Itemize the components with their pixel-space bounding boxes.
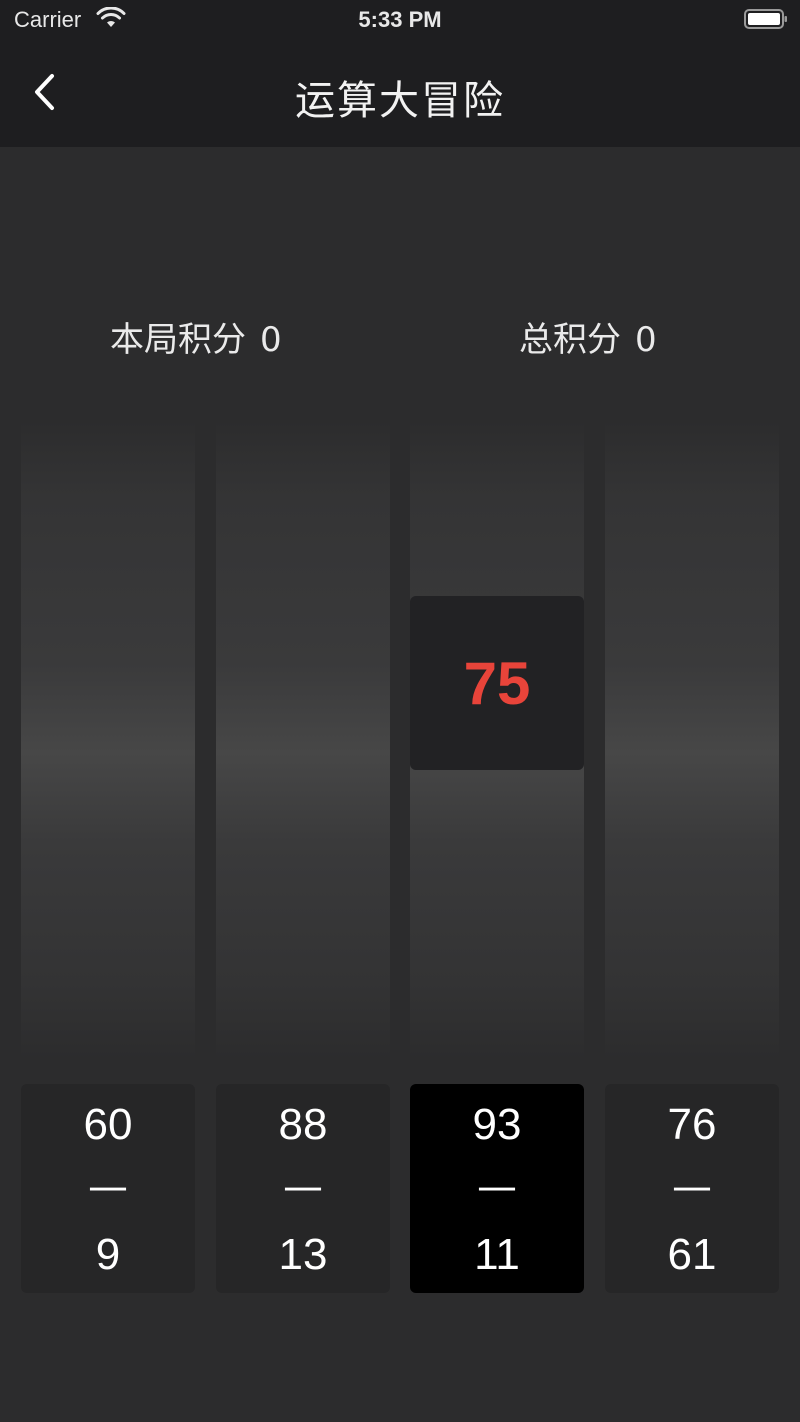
card-bottom-number: 13 [278, 1230, 328, 1279]
total-score: 总积分 0 [519, 312, 657, 361]
answer-card-selected[interactable]: 93 — 11 [410, 1084, 584, 1293]
card-top-number: 76 [667, 1100, 717, 1149]
total-score-value: 0 [635, 320, 657, 360]
answer-card[interactable]: 76 — 61 [605, 1084, 779, 1293]
card-bottom-number: 11 [474, 1230, 520, 1279]
page-title: 运算大冒险 [295, 78, 505, 124]
total-score-label: 总积分 [519, 320, 621, 360]
round-score-label: 本局积分 [110, 320, 246, 360]
answer-card[interactable]: 88 — 13 [216, 1084, 390, 1293]
lane-2 [216, 420, 390, 1060]
card-operator: — [283, 1164, 323, 1210]
round-score: 本局积分 0 [110, 312, 282, 361]
navigation-bar: 运算大冒险 [0, 40, 800, 147]
card-bottom-number: 9 [95, 1230, 121, 1279]
card-operator: — [88, 1164, 128, 1210]
battery-icon [744, 9, 788, 29]
card-bottom-number: 61 [667, 1230, 717, 1279]
status-time: 5:33 PM [358, 7, 442, 32]
round-score-value: 0 [260, 320, 282, 360]
answer-card[interactable]: 60 — 9 [21, 1084, 195, 1293]
status-bar: Carrier 5:33 PM [0, 0, 800, 40]
card-operator: — [672, 1164, 712, 1210]
card-top-number: 93 [472, 1100, 522, 1149]
card-operator: — [477, 1164, 517, 1210]
lane-4 [605, 420, 779, 1060]
card-top-number: 88 [278, 1100, 328, 1149]
game-screen: Carrier 5:33 PM 运算大冒险 本局积分 0 总积分 0 75 60… [0, 0, 800, 1422]
falling-number-block: 75 [410, 596, 584, 770]
card-top-number: 60 [83, 1100, 133, 1149]
lane-1 [21, 420, 195, 1060]
